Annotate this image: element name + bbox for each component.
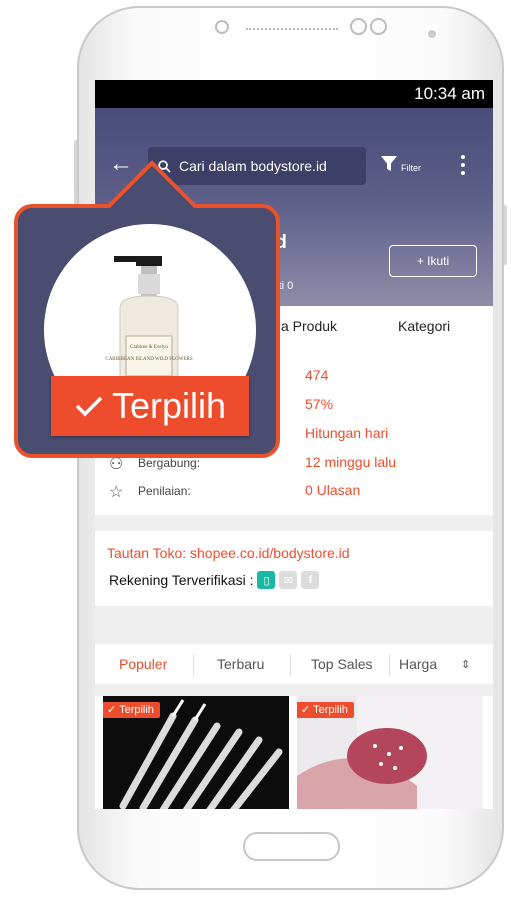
verified-accounts: Rekening Terverifikasi : ▯ ✉ f [109, 571, 320, 589]
shop-link[interactable]: Tautan Toko: shopee.co.id/bodystore.id [107, 545, 350, 561]
sort-populer[interactable]: Populer [119, 656, 167, 672]
stat-value: Hitungan hari [305, 425, 389, 441]
sort-terbaru[interactable]: Terbaru [217, 656, 264, 672]
earpiece-speaker [246, 28, 338, 34]
search-input[interactable]: Cari dalam bodystore.id [148, 147, 366, 185]
stat-label: Penilaian: [138, 484, 191, 498]
tab-produk[interactable]: a Produk [281, 318, 337, 334]
sort-harga[interactable]: Harga [399, 656, 437, 672]
stat-value: 12 minggu lalu [305, 454, 397, 470]
search-icon [158, 159, 171, 173]
follow-button[interactable]: + Ikuti [389, 245, 477, 277]
svg-text:Crabtree & Evelyn: Crabtree & Evelyn [130, 345, 168, 350]
star-icon: ☆ [109, 484, 124, 501]
stat-value: 57% [305, 396, 334, 412]
product-card[interactable]: ✓ Terpilih [103, 696, 289, 809]
stat-value: 474 [305, 367, 329, 383]
funnel-icon [381, 156, 397, 171]
sensor-icon [215, 20, 229, 34]
verified-label: Rekening Terverifikasi : [109, 572, 254, 588]
terpilih-badge: ✓ Terpilih [297, 702, 354, 718]
email-icon: ✉ [279, 571, 298, 589]
facebook-icon: f [301, 571, 320, 589]
filter-label: Filter [401, 163, 421, 173]
sort-bar: Populer Terbaru Top Sales Harga ⇕ [95, 644, 493, 684]
front-camera-icon [370, 18, 387, 35]
status-bar: 10:34 am [95, 80, 493, 108]
divider [95, 684, 493, 696]
sort-top-sales[interactable]: Top Sales [311, 656, 372, 672]
home-button[interactable] [243, 832, 340, 861]
back-arrow-icon[interactable]: ← [109, 152, 133, 176]
stat-value: 0 Ulasan [305, 482, 361, 498]
filter-button[interactable]: Filter [380, 155, 421, 173]
shop-links: Tautan Toko: shopee.co.id/bodystore.id R… [95, 531, 493, 606]
front-camera-icon [350, 18, 367, 35]
product-label: CARIBBEAN ISLAND WILD FLOWERS [105, 357, 192, 362]
terpilih-badge: ✓ Terpilih [103, 702, 160, 718]
checkmark-icon [75, 396, 103, 417]
status-time: 10:34 am [414, 84, 485, 103]
phone-verified-icon: ▯ [257, 571, 276, 589]
divider [95, 515, 493, 531]
more-menu-icon[interactable] [461, 155, 465, 179]
terpilih-label: Terpilih [51, 376, 249, 436]
tab-kategori[interactable]: Kategori [398, 318, 450, 334]
notification-led [428, 30, 436, 38]
terpilih-text: Terpilih [111, 385, 227, 426]
search-placeholder: Cari dalam bodystore.id [179, 158, 327, 174]
product-card[interactable]: ✓ Terpilih [297, 696, 483, 809]
sort-arrows-icon[interactable]: ⇕ [461, 658, 470, 671]
stat-label: Bergabung: [138, 456, 201, 470]
